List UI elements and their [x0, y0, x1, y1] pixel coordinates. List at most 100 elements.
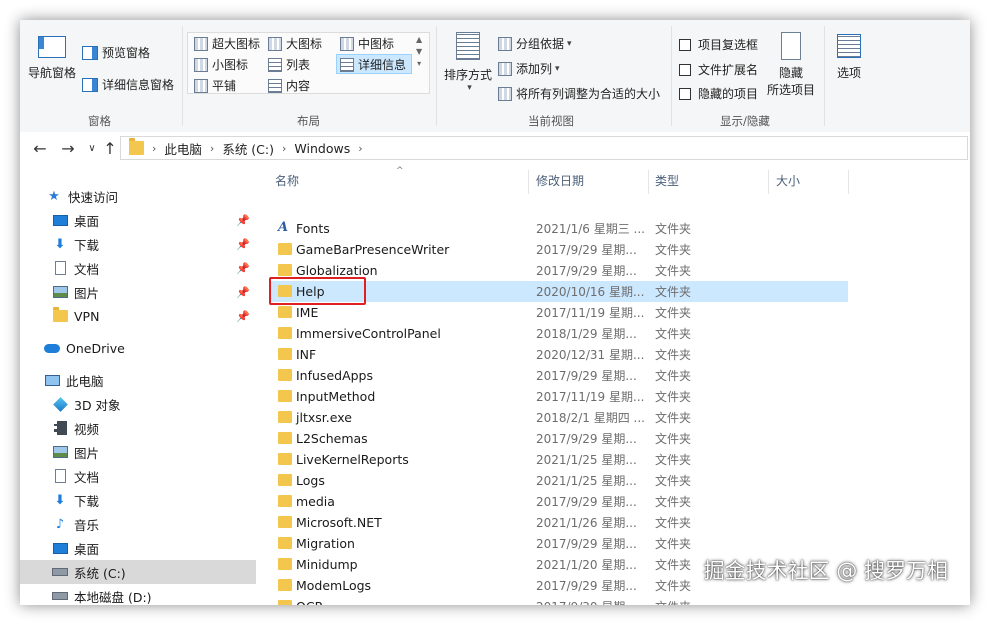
- layout-small-icons[interactable]: 小图标: [194, 56, 248, 73]
- layout-scroll[interactable]: ▲ ▼ ▾: [416, 34, 422, 70]
- chevron-down-icon: ▾: [555, 63, 560, 74]
- hidden-items-toggle[interactable]: 隐藏的项目: [679, 85, 758, 102]
- scroll-up-icon[interactable]: ▲: [416, 34, 422, 46]
- pin-icon[interactable]: 📌: [236, 214, 250, 227]
- nav-pane-button[interactable]: 导航窗格: [26, 36, 78, 81]
- pin-icon[interactable]: 📌: [236, 286, 250, 299]
- layout-extra-large-icons[interactable]: 超大图标: [194, 35, 260, 52]
- nav-pc-system-c[interactable]: 系统 (C:): [20, 560, 256, 584]
- column-header-type[interactable]: 类型: [655, 166, 679, 194]
- pin-icon[interactable]: 📌: [236, 262, 250, 275]
- table-row[interactable]: jltxsr.exe 2018/2/1 星期四 ... 文件夹: [270, 407, 848, 428]
- drive-icon-shape: [52, 568, 68, 576]
- nav-quick-desktop[interactable]: 桌面 📌: [20, 208, 256, 232]
- table-row[interactable]: ImmersiveControlPanel 2018/1/29 星期... 文件夹: [270, 323, 848, 344]
- column-header-size[interactable]: 大小: [776, 166, 800, 194]
- folder-icon: [278, 327, 292, 339]
- scroll-down-icon[interactable]: ▼: [416, 46, 422, 58]
- layout-tiles[interactable]: 平铺: [194, 77, 236, 94]
- nav-pc-desktop[interactable]: 桌面: [20, 536, 256, 560]
- options-button[interactable]: 选项: [828, 34, 870, 81]
- layout-details[interactable]: 详细信息: [340, 56, 406, 73]
- breadcrumb-system-c[interactable]: 系统 (C:): [222, 139, 274, 158]
- nav-quick-vpn[interactable]: VPN 📌: [20, 304, 256, 328]
- table-row[interactable]: Microsoft.NET 2021/1/26 星期... 文件夹: [270, 512, 848, 533]
- table-row[interactable]: InputMethod 2017/11/19 星期... 文件夹: [270, 386, 848, 407]
- chevron-right-icon[interactable]: ›: [358, 142, 362, 155]
- nav-onedrive[interactable]: OneDrive: [20, 336, 256, 360]
- table-row[interactable]: IME 2017/11/19 星期... 文件夹: [270, 302, 848, 323]
- file-name: InputMethod: [296, 389, 376, 404]
- table-row[interactable]: InfusedApps 2017/9/29 星期... 文件夹: [270, 365, 848, 386]
- sort-by-button[interactable]: 排序方式 ▾: [440, 32, 496, 93]
- content-icon: [268, 78, 282, 93]
- column-header-date[interactable]: 修改日期: [536, 166, 584, 194]
- column-divider[interactable]: [528, 170, 529, 194]
- group-by-button[interactable]: 分组依据 ▾: [498, 35, 572, 52]
- details-pane-button[interactable]: 详细信息窗格: [82, 76, 174, 93]
- nav-pc-downloads[interactable]: ⬇ 下载: [20, 488, 256, 512]
- nav-pc-videos[interactable]: 视频: [20, 416, 256, 440]
- group-divider: [671, 26, 672, 126]
- item-checkboxes-toggle[interactable]: 项目复选框: [679, 36, 758, 53]
- table-row[interactable]: L2Schemas 2017/9/29 星期... 文件夹: [270, 428, 848, 449]
- column-divider[interactable]: [768, 170, 769, 194]
- column-divider[interactable]: [648, 170, 649, 194]
- pin-icon[interactable]: 📌: [236, 238, 250, 251]
- add-column-button[interactable]: 添加列 ▾: [498, 60, 560, 77]
- table-row[interactable]: A Fonts 2021/1/6 星期三 ... 文件夹: [270, 218, 848, 239]
- layout-large-icons[interactable]: 大图标: [268, 35, 322, 52]
- chevron-right-icon[interactable]: ›: [152, 142, 156, 155]
- nav-pc-music[interactable]: ♪ 音乐: [20, 512, 256, 536]
- breadcrumb-windows[interactable]: Windows: [294, 141, 350, 156]
- nav-pc-pictures[interactable]: 图片: [20, 440, 256, 464]
- table-row[interactable]: Logs 2021/1/25 星期... 文件夹: [270, 470, 848, 491]
- back-arrow-icon[interactable]: ←: [30, 139, 50, 158]
- table-row[interactable]: Migration 2017/9/29 星期... 文件夹: [270, 533, 848, 554]
- chevron-right-icon[interactable]: ›: [282, 142, 286, 155]
- expand-gallery-icon[interactable]: ▾: [417, 58, 421, 70]
- details-icon: [340, 57, 354, 72]
- preview-pane-button[interactable]: 预览窗格: [82, 44, 150, 61]
- nav-quick-documents[interactable]: 文档 📌: [20, 256, 256, 280]
- checkbox-icon[interactable]: [679, 38, 691, 51]
- table-row[interactable]: INF 2020/12/31 星期... 文件夹: [270, 344, 848, 365]
- folder-icon: [278, 243, 292, 255]
- checkbox-icon[interactable]: [679, 63, 691, 76]
- nav-quick-downloads[interactable]: ⬇ 下载 📌: [20, 232, 256, 256]
- chevron-right-icon[interactable]: ›: [210, 142, 214, 155]
- nav-quick-access[interactable]: ★ 快速访问: [20, 184, 256, 208]
- fit-columns-button[interactable]: 将所有列调整为合适的大小: [498, 85, 660, 102]
- nav-this-pc[interactable]: 此电脑: [20, 368, 256, 392]
- hide-selected-button[interactable]: 隐藏 所选项目: [765, 32, 817, 98]
- checkbox-icon[interactable]: [679, 87, 691, 100]
- column-divider[interactable]: [848, 170, 849, 194]
- layout-content[interactable]: 内容: [268, 77, 310, 94]
- file-extensions-toggle[interactable]: 文件扩展名: [679, 61, 758, 78]
- folder-icon-shape: [278, 537, 292, 549]
- nav-pc-3d-objects[interactable]: 3D 对象: [20, 392, 256, 416]
- folder-icon-shape: [52, 307, 68, 322]
- table-row[interactable]: OCR 2017/9/30 星期... 文件夹: [270, 596, 848, 605]
- layout-list[interactable]: 列表: [268, 56, 310, 73]
- table-row[interactable]: GameBarPresenceWriter 2017/9/29 星期... 文件夹: [270, 239, 848, 260]
- column-header-name[interactable]: 名称: [275, 166, 299, 194]
- nav-pc-local-d[interactable]: 本地磁盘 (D:): [20, 584, 256, 605]
- chevron-down-icon: ▾: [467, 83, 472, 93]
- nav-pc-documents[interactable]: 文档: [20, 464, 256, 488]
- pin-icon[interactable]: 📌: [236, 310, 250, 323]
- folder-icon-shape: [278, 411, 292, 423]
- navigation-pane: ★ 快速访问 桌面 📌 ⬇ 下载 📌 文档 📌 图片 📌 VPN 📌 OneDr…: [20, 178, 256, 605]
- table-row[interactable]: LiveKernelReports 2021/1/25 星期... 文件夹: [270, 449, 848, 470]
- breadcrumb-this-pc[interactable]: 此电脑: [164, 139, 202, 158]
- layout-label: 列表: [286, 58, 311, 72]
- nav-quick-pictures[interactable]: 图片 📌: [20, 280, 256, 304]
- address-bar[interactable]: › 此电脑 › 系统 (C:) › Windows ›: [120, 136, 968, 160]
- file-type: 文件夹: [655, 243, 692, 257]
- table-row-partial[interactable]: [270, 208, 848, 216]
- forward-arrow-icon[interactable]: →: [58, 139, 78, 158]
- layout-medium-icons[interactable]: 中图标: [340, 35, 394, 52]
- table-row[interactable]: media 2017/9/29 星期... 文件夹: [270, 491, 848, 512]
- recent-locations-chevron-icon[interactable]: ∨: [82, 143, 102, 154]
- up-arrow-icon[interactable]: ↑: [100, 139, 120, 158]
